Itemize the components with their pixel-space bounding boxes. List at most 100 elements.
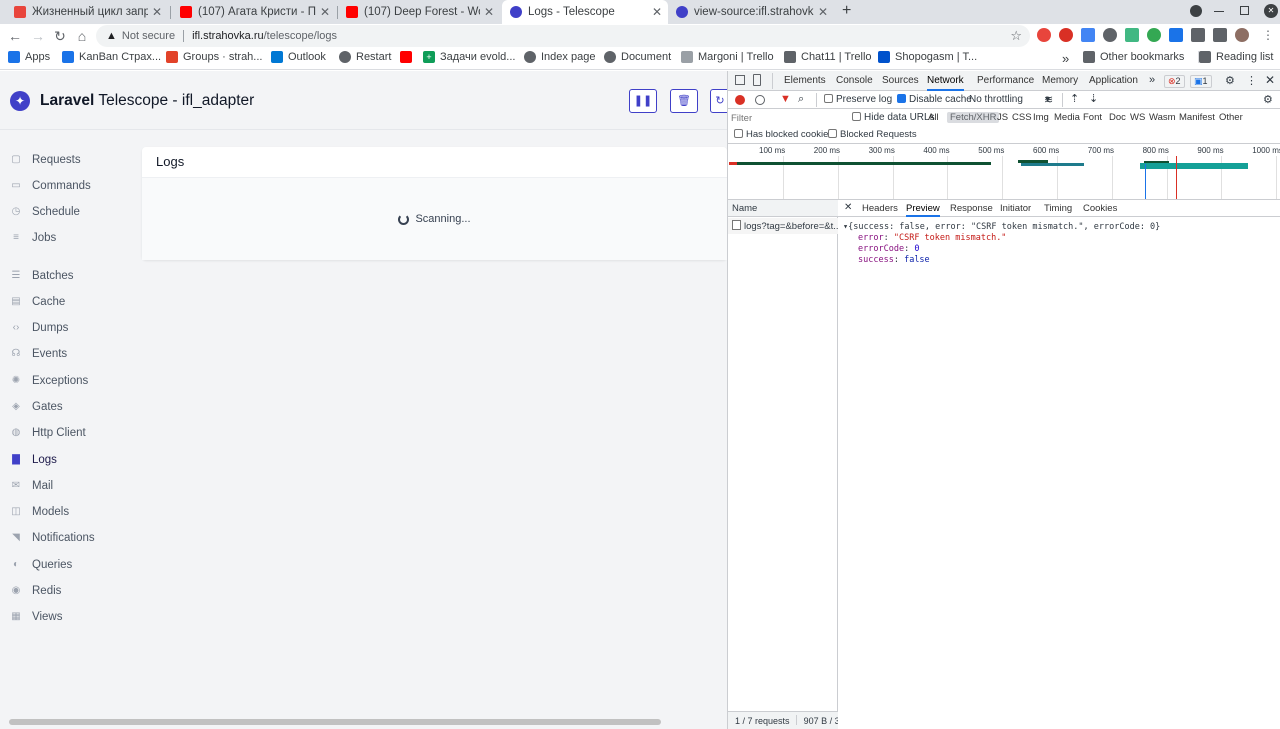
- detail-tab-initiator[interactable]: Initiator: [1000, 200, 1031, 217]
- opera-icon[interactable]: [1059, 28, 1073, 42]
- has-blocked-cookies-checkbox[interactable]: Has blocked cookies: [734, 129, 833, 140]
- bookmark-trello-margoni[interactable]: Margoni | Trello: [681, 51, 774, 63]
- sidebar-item-http-client[interactable]: ◍ Http Client: [10, 427, 86, 439]
- devtools-tab-performance[interactable]: Performance: [977, 71, 1034, 91]
- filter-funnel-icon[interactable]: ▼: [780, 93, 791, 105]
- devtools-tab-sources[interactable]: Sources: [882, 71, 919, 91]
- devtools-settings-gear-icon[interactable]: ⚙: [1225, 74, 1235, 87]
- type-filter-doc[interactable]: Doc: [1109, 112, 1126, 123]
- type-filter-wasm[interactable]: Wasm: [1149, 112, 1176, 123]
- network-overview-timeline[interactable]: 100 ms 200 ms 300 ms 400 ms 500 ms 600 ms 700 …: [728, 144, 1280, 200]
- filter-input[interactable]: [731, 111, 843, 125]
- network-conditions-wifi-icon[interactable]: ≋: [1044, 93, 1053, 106]
- more-bookmarks-button[interactable]: »: [1062, 51, 1069, 66]
- bookmark-youtube[interactable]: [400, 51, 417, 63]
- devtools-tab-memory[interactable]: Memory: [1042, 71, 1078, 91]
- translate-icon[interactable]: [1081, 28, 1095, 42]
- more-tabs-icon[interactable]: »: [1149, 74, 1155, 86]
- type-filter-other[interactable]: Other: [1219, 112, 1243, 123]
- error-count-badge[interactable]: ⊗2: [1164, 75, 1185, 88]
- inspect-element-icon[interactable]: [735, 75, 745, 85]
- browser-menu-icon[interactable]: ⋮: [1262, 28, 1274, 42]
- detail-tab-timing[interactable]: Timing: [1044, 200, 1072, 217]
- json-summary[interactable]: ▾{success: false, error: "CSRF token mis…: [843, 222, 1160, 232]
- pause-button[interactable]: ❚❚: [629, 89, 657, 113]
- sidebar-item-jobs[interactable]: ≡ Jobs: [10, 232, 56, 244]
- color-wheel-icon[interactable]: [1147, 28, 1161, 42]
- clear-entries-button[interactable]: 🗑: [670, 89, 698, 113]
- throttling-select[interactable]: No throttling ▼: [969, 94, 1052, 105]
- devtools-menu-icon[interactable]: ⋮: [1246, 74, 1257, 87]
- type-filter-all[interactable]: All: [928, 112, 939, 123]
- vue-devtools-icon[interactable]: [1125, 28, 1139, 42]
- sidebar-item-exceptions[interactable]: ✺ Exceptions: [10, 375, 88, 387]
- minimize-window-icon[interactable]: [1214, 11, 1224, 12]
- request-row[interactable]: logs?tag=&before=&t...: [728, 218, 838, 234]
- browser-tab[interactable]: view-source:ifl.strahovka ✕: [668, 0, 834, 24]
- detail-tab-preview[interactable]: Preview: [906, 200, 940, 217]
- bookmark-restart[interactable]: Restart: [339, 51, 391, 63]
- address-bar[interactable]: ▲ Not secure ifl.strahovka.ru /telescope…: [96, 25, 1030, 47]
- profile-avatar[interactable]: [1235, 28, 1249, 42]
- close-tab-icon[interactable]: ✕: [652, 5, 662, 19]
- adblock-icon[interactable]: [1037, 28, 1051, 42]
- bookmark-star-icon[interactable]: ☆: [1010, 28, 1022, 44]
- bookmark-trello-shopogasm[interactable]: Shopogasm | T...: [878, 51, 977, 63]
- close-tab-icon[interactable]: ✕: [818, 5, 828, 19]
- bookmark-apps[interactable]: Apps: [8, 51, 50, 63]
- blocked-requests-checkbox[interactable]: Blocked Requests: [828, 129, 917, 140]
- hide-data-urls-checkbox[interactable]: Hide data URLs: [852, 112, 935, 123]
- type-filter-img[interactable]: Img: [1033, 112, 1049, 123]
- disable-cache-checkbox[interactable]: Disable cache: [897, 94, 972, 105]
- close-window-icon[interactable]: ✕: [1264, 4, 1278, 18]
- type-filter-fetchxhr[interactable]: Fetch/XHR: [947, 112, 1000, 123]
- browser-tab[interactable]: (107) Deep Forest - World ✕: [338, 0, 500, 24]
- bookmark-document[interactable]: Document: [604, 51, 671, 63]
- sidebar-item-events[interactable]: ☊ Events: [10, 348, 68, 360]
- extensions-puzzle-icon[interactable]: [1191, 28, 1205, 42]
- media-queue-icon[interactable]: [1213, 28, 1227, 42]
- detail-tab-headers[interactable]: Headers: [862, 200, 898, 217]
- sidebar-item-notifications[interactable]: ◥ Notifications: [10, 532, 95, 544]
- search-icon[interactable]: ⌕: [798, 93, 804, 106]
- bookmark-index[interactable]: Index page: [524, 51, 595, 63]
- sidebar-item-mail[interactable]: ✉ Mail: [10, 480, 53, 492]
- detail-tab-cookies[interactable]: Cookies: [1083, 200, 1117, 217]
- sidebar-item-models[interactable]: ◫ Models: [10, 506, 69, 518]
- home-icon[interactable]: ⌂: [73, 27, 91, 45]
- sidebar-item-commands[interactable]: ▭ Commands: [10, 180, 91, 192]
- devtools-tab-elements[interactable]: Elements: [784, 71, 826, 91]
- device-toolbar-icon[interactable]: [753, 74, 761, 86]
- restore-window-icon[interactable]: [1240, 6, 1249, 15]
- sidebar-item-views[interactable]: ▦ Views: [10, 611, 62, 623]
- name-column-header[interactable]: Name: [728, 200, 838, 217]
- tab-search-icon[interactable]: [1190, 5, 1202, 17]
- export-har-icon[interactable]: ⇣: [1089, 92, 1098, 105]
- back-arrow-icon[interactable]: ←: [6, 27, 24, 45]
- bookmark-gitlab[interactable]: Groups · strah...: [166, 51, 262, 63]
- sidebar-item-redis[interactable]: ◉ Redis: [10, 585, 62, 597]
- type-filter-js[interactable]: JS: [997, 112, 1008, 123]
- sidebar-item-cache[interactable]: ▤ Cache: [10, 296, 65, 308]
- preserve-log-checkbox[interactable]: Preserve log: [824, 94, 892, 105]
- browser-tab[interactable]: (107) Агата Кристи - Пуля ✕: [172, 0, 336, 24]
- type-filter-ws[interactable]: WS: [1130, 112, 1145, 123]
- sidebar-item-queries[interactable]: ◐ Queries: [10, 559, 72, 571]
- clear-icon[interactable]: [755, 95, 765, 105]
- close-tab-icon[interactable]: ✕: [484, 5, 494, 19]
- bookmark-kanban[interactable]: KanBan Страх...: [62, 51, 161, 63]
- close-details-icon[interactable]: ✕: [844, 202, 852, 213]
- devtools-tab-console[interactable]: Console: [836, 71, 873, 91]
- extension-box-icon[interactable]: [1169, 28, 1183, 42]
- bookmark-other-folder[interactable]: Other bookmarks: [1083, 51, 1184, 63]
- browser-tab-active[interactable]: Logs - Telescope ✕: [502, 0, 668, 24]
- type-filter-font[interactable]: Font: [1083, 112, 1102, 123]
- bookmark-tasks[interactable]: + Задачи evold...: [423, 51, 515, 63]
- reload-icon[interactable]: ↻: [51, 27, 69, 45]
- sidebar-item-requests[interactable]: ▢ Requests: [10, 154, 80, 166]
- close-tab-icon[interactable]: ✕: [152, 5, 162, 19]
- sidebar-item-batches[interactable]: ☰ Batches: [10, 270, 74, 282]
- record-icon[interactable]: [735, 95, 745, 105]
- settings-gear-icon[interactable]: [1103, 28, 1117, 42]
- close-tab-icon[interactable]: ✕: [320, 5, 330, 19]
